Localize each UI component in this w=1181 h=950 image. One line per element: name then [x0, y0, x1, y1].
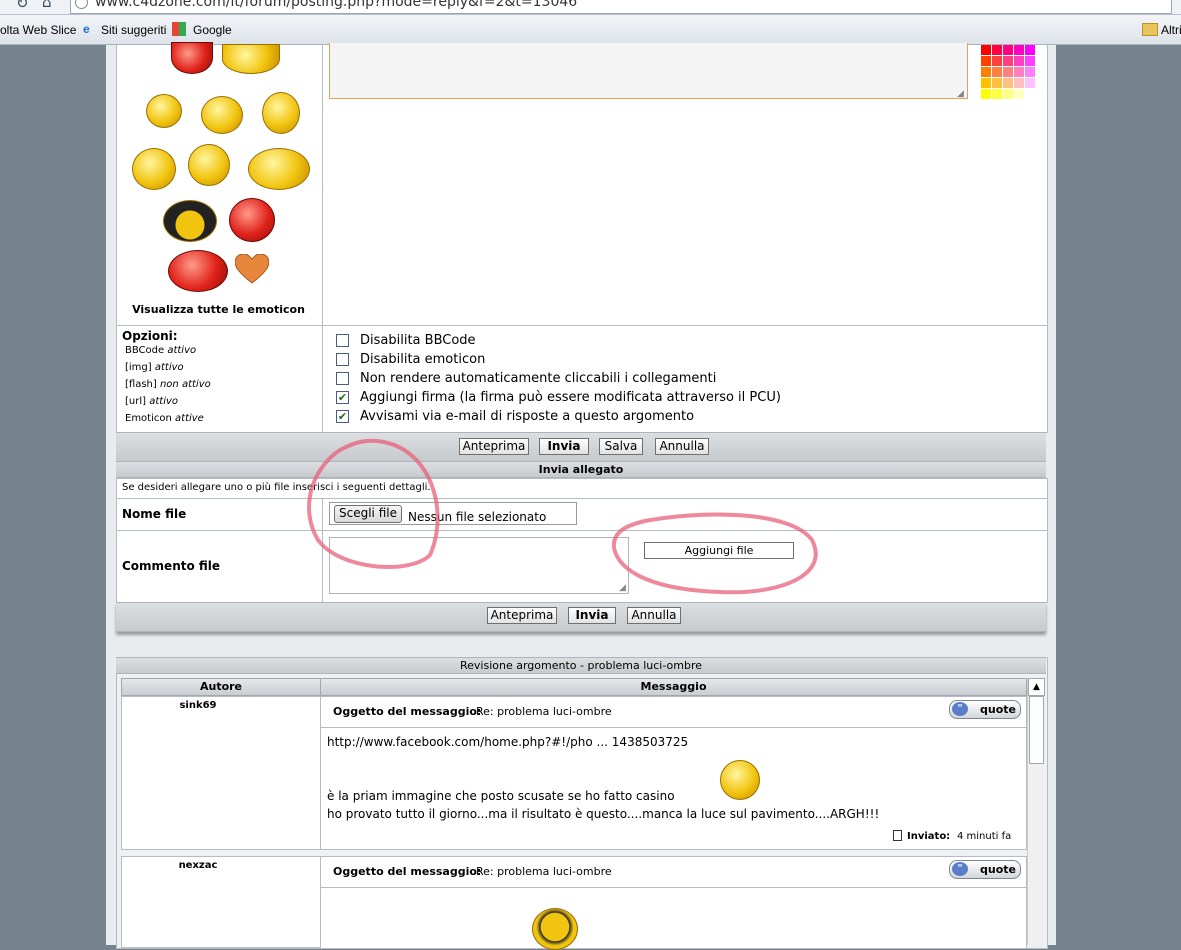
- post-2-author[interactable]: nexzac: [121, 860, 275, 871]
- post-1-subject-label: Oggetto del messaggio:: [333, 705, 482, 718]
- author-column-header: Autore: [121, 678, 321, 696]
- post-1-quote-button[interactable]: " quote: [949, 700, 1021, 719]
- post-1-subject: Re: problema luci-ombre: [476, 705, 612, 718]
- grin-smiley-icon: [720, 760, 760, 800]
- post-1-line-3: ho provato tutto il giorno...ma il risul…: [327, 807, 880, 821]
- post-2-subject-label: Oggetto del messaggio:: [333, 865, 482, 878]
- post-2-subject: Re: problema luci-ombre: [476, 865, 612, 878]
- quote-label: quote: [980, 703, 1016, 716]
- post-1-sent-value: 4 minuti fa: [957, 831, 1012, 842]
- quote-icon: ": [952, 702, 968, 716]
- post-1-link[interactable]: http://www.facebook.com/home.php?#!/pho …: [327, 735, 688, 749]
- post-1-author[interactable]: sink69: [121, 700, 275, 711]
- post-1-sent-label: Inviato:: [907, 831, 951, 842]
- quote-label: quote: [980, 863, 1016, 876]
- message-column-header: Messaggio: [320, 678, 1027, 696]
- topic-review-title: Revisione argomento - problema luci-ombr…: [459, 659, 702, 672]
- quote-icon: ": [952, 862, 968, 876]
- scroll-up-icon[interactable]: ▲: [1028, 678, 1045, 696]
- scroll-thumb[interactable]: [1029, 696, 1044, 764]
- post-2-quote-button[interactable]: " quote: [949, 860, 1021, 879]
- post-2-body: [320, 887, 1027, 949]
- post-1-author-cell: [121, 696, 321, 850]
- cool-smiley-icon: [532, 908, 578, 950]
- post-1-line-2: è la priam immagine che posto scusate se…: [327, 789, 675, 803]
- post-icon: [893, 830, 902, 841]
- review-scrollbar[interactable]: ▲: [1027, 678, 1045, 945]
